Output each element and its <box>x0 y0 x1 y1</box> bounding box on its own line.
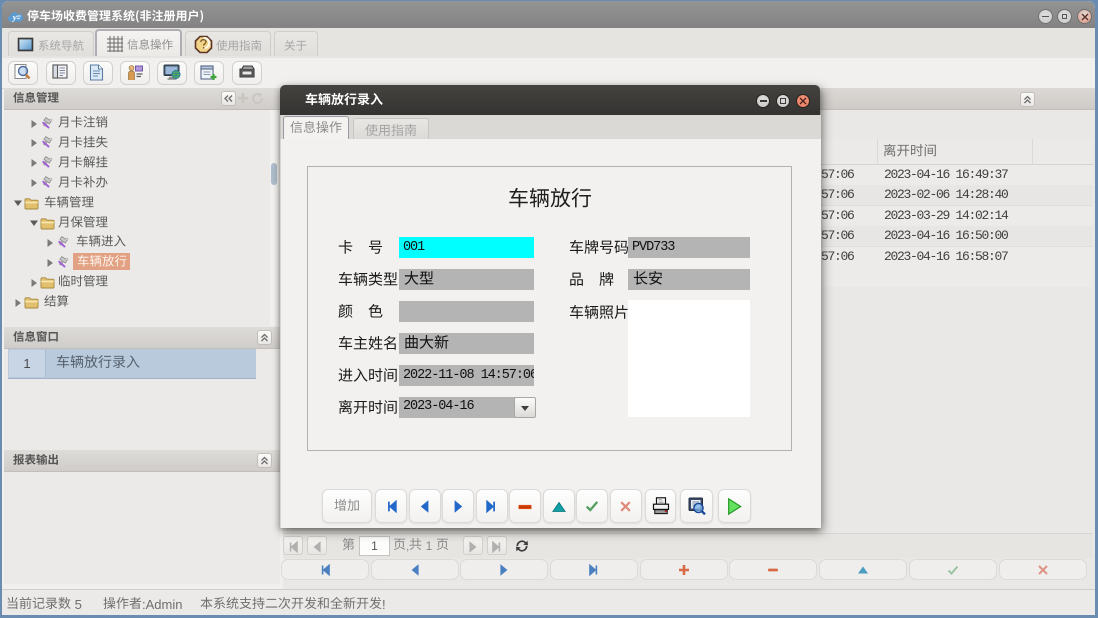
svg-text:y: y <box>11 12 16 22</box>
